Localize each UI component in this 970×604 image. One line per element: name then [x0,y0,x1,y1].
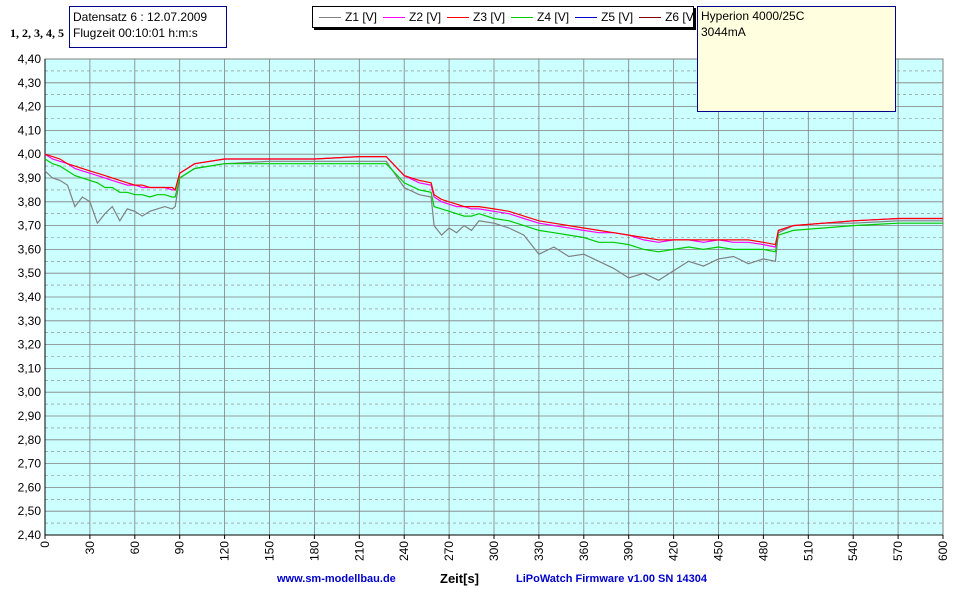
x-axis-title: Zeit[s] [440,571,479,586]
y-tick-label: 3,10 [18,361,42,375]
x-tick-label: 150 [263,541,277,561]
y-tick-label: 3,50 [18,266,42,280]
y-tick-label: 3,60 [18,242,42,256]
x-tick-label: 300 [487,541,501,561]
legend-swatch [383,16,406,18]
legend-label: Z3 [V] [473,10,506,24]
x-tick-label: 30 [83,541,97,555]
y-tick-label: 2,60 [18,480,42,494]
x-tick-label: 420 [667,541,681,561]
x-tick-label: 450 [712,541,726,561]
x-tick-label: 330 [532,541,546,561]
y-tick-label: 3,00 [18,385,42,399]
x-tick-label: 60 [128,541,142,555]
legend-item-z6: Z6 [V] [639,10,694,24]
x-tick-label: 90 [173,541,187,555]
y-tick-label: 3,30 [18,314,42,328]
legend-label: Z6 [V] [665,10,694,24]
legend-item-z1: Z1 [V] [319,10,377,24]
x-tick-label: 480 [756,541,770,561]
x-tick-label: 0 [38,541,52,548]
legend-label: Z1 [V] [345,10,378,24]
firmware-label: LiPoWatch Firmware v1.00 SN 14304 [516,573,707,585]
website-link[interactable]: www.sm-modellbau.de [277,573,396,585]
y-tick-label: 2,80 [18,433,42,447]
y-tick-label: 4,00 [18,147,42,161]
x-tick-label: 600 [936,541,950,561]
x-tick-label: 270 [442,541,456,561]
cells-label: 1, 2, 3, 4, 5 [10,26,64,40]
x-tick-label: 210 [352,541,366,561]
y-tick-label: 3,80 [18,195,42,209]
x-tick-label: 240 [397,541,411,561]
legend-label: Z4 [V] [537,10,570,24]
legend-swatch [575,16,598,18]
x-tick-label: 120 [218,541,232,561]
legend-label: Z2 [V] [409,10,442,24]
legend-item-z2: Z2 [V] [383,10,441,24]
x-tick-label: 570 [891,541,905,561]
x-tick-label: 510 [801,541,815,561]
flight-time-label: Flugzeit 00:10:01 h:m:s [73,26,198,40]
y-tick-label: 4,30 [18,76,42,90]
legend-swatch [511,16,534,18]
y-tick-label: 2,90 [18,409,42,423]
x-tick-label: 180 [307,541,321,561]
x-tick-label: 360 [577,541,591,561]
y-tick-label: 3,70 [18,219,42,233]
battery-note: Hyperion 4000/25C 3044mA [697,6,896,112]
y-tick-label: 3,90 [18,171,42,185]
y-tick-label: 4,20 [18,100,42,114]
note-battery-type: Hyperion 4000/25C [701,9,805,23]
legend-swatch [639,16,662,18]
dataset-label: Datensatz 6 : 12.07.2009 [73,10,208,24]
y-tick-label: 3,20 [18,338,42,352]
legend-label: Z5 [V] [601,10,634,24]
legend-item-z5: Z5 [V] [575,10,633,24]
note-capacity: 3044mA [701,25,746,39]
y-tick-label: 4,10 [18,123,42,137]
legend-item-z4: Z4 [V] [511,10,569,24]
chart-legend: Z1 [V] Z2 [V] Z3 [V] Z4 [V] Z5 [V] Z6 [V] [312,6,694,28]
dataset-info-box: Datensatz 6 : 12.07.2009 Flugzeit 00:10:… [69,6,227,48]
x-tick-label: 540 [846,541,860,561]
y-tick-label: 3,40 [18,290,42,304]
y-tick-label: 2,40 [18,528,42,542]
legend-item-z3: Z3 [V] [447,10,505,24]
chart-stage: 2,40 2,50 2,60 2,70 2,80 2,90 3,00 3,10 3,20 3,30… [0,0,970,604]
y-tick-label: 4,40 [18,52,42,66]
y-tick-label: 2,70 [18,457,42,471]
x-tick-label: 390 [622,541,636,561]
y-tick-label: 2,50 [18,504,42,518]
legend-swatch [319,16,341,18]
legend-swatch [447,16,470,18]
